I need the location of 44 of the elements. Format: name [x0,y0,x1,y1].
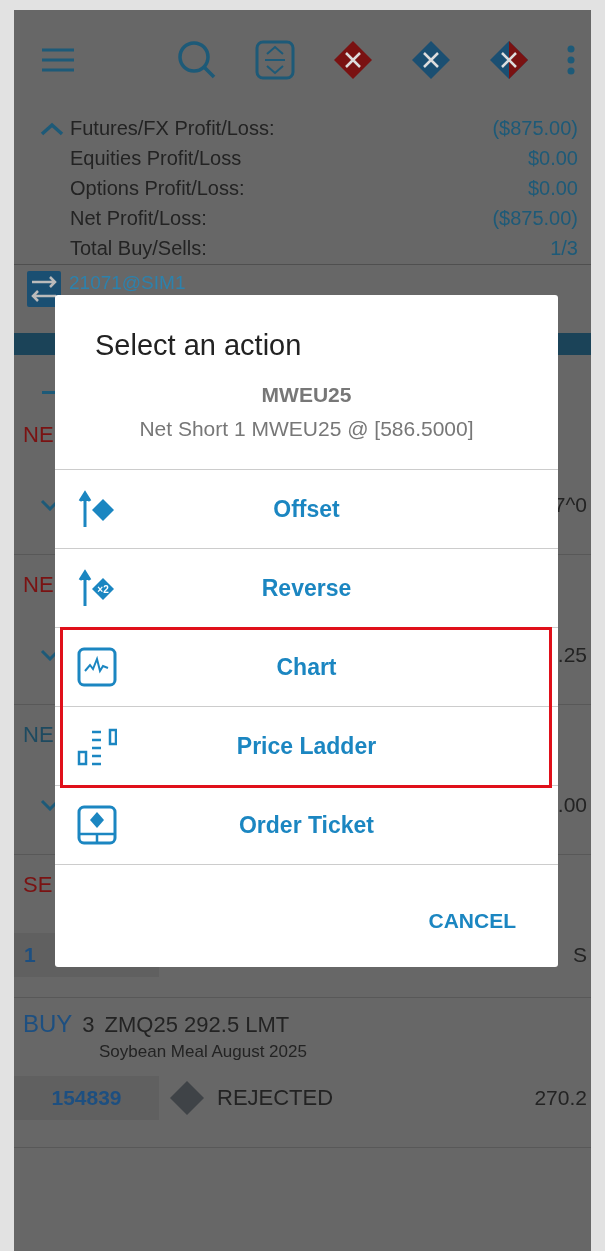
summary-label: Equities Profit/Loss [70,146,242,170]
arrow-diamond-icon [77,489,117,529]
summary-value: ($875.00) [492,116,578,140]
action-item[interactable]: Price Ladder [55,707,558,786]
action-item[interactable]: ×2 Reverse [55,549,558,628]
position-value: .25 [557,643,587,667]
order-description: Soybean Meal August 2025 [98,1042,308,1062]
summary-value: ($875.00) [492,206,578,230]
summary-value: $0.00 [527,146,578,170]
dialog-symbol: MWEU25 [260,383,353,407]
summary-label: Total Buy/Sells: [70,236,207,260]
tab-indicator [42,391,56,394]
swap-arrows-icon[interactable] [27,271,61,307]
position-value: .00 [557,793,587,817]
order-value: S [573,943,587,967]
position-heading: NE [23,722,54,748]
order-id: 1 [24,943,36,967]
order-quantity: 3 [82,1012,95,1038]
order-status: REJECTED [217,1085,335,1111]
position-heading: NE [23,572,54,598]
summary-value: $0.00 [527,176,578,200]
action-item[interactable]: Offset [55,470,558,549]
cancel-diamond-icon[interactable] [411,40,451,80]
action-item[interactable]: Order Ticket [55,786,558,865]
position-heading: NE [23,422,54,448]
summary-label: Options Profit/Loss: [70,176,245,200]
cancel-button[interactable]: CANCEL [424,905,520,937]
action-item[interactable]: Chart [55,628,558,707]
chart-icon [77,647,117,687]
dialog-title: Select an action [94,328,303,363]
order-id: 154839 [51,1086,122,1110]
dialog-position: Net Short 1 MWEU25 @ [586.5000] [138,417,475,441]
order-price: 270.2 [534,1086,587,1110]
cancel-diamond-icon[interactable] [489,40,529,80]
status-diamond-icon [169,1080,205,1116]
order-contract: ZMQ25 292.5 LMT [104,1012,290,1038]
order-side: SE [23,872,53,898]
summary-label: Net Profit/Loss: [70,206,207,230]
summary-value: 1/3 [550,236,578,260]
ticket-icon [77,805,117,845]
ladder-icon [77,726,117,766]
cancel-diamond-icon[interactable] [333,40,373,80]
summary-label: Futures/FX Profit/Loss: [70,116,275,140]
order-side: BUY [23,1010,73,1038]
